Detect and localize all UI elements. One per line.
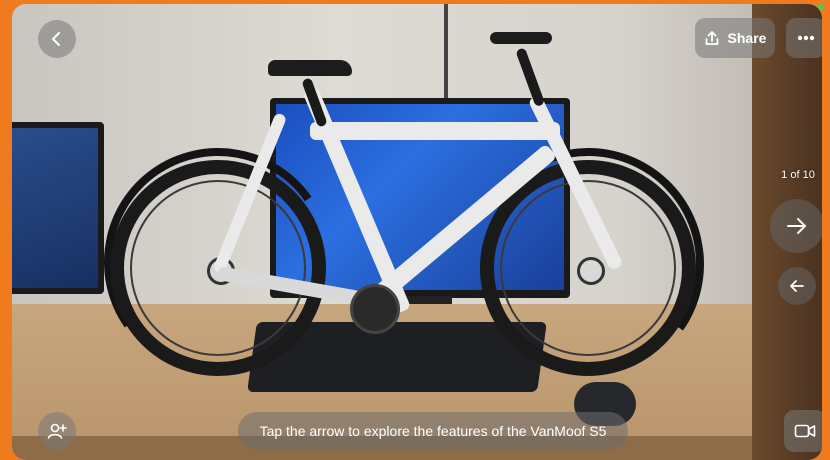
back-button[interactable] [38,20,76,58]
share-label: Share [727,30,767,46]
next-feature-button[interactable] [770,199,822,253]
bike-3d-model[interactable] [85,30,723,399]
invite-person-button[interactable] [38,412,76,450]
share-icon [704,30,720,46]
caption-text: Tap the arrow to explore the features of… [259,423,607,439]
instruction-caption: Tap the arrow to explore the features of… [238,412,628,450]
more-options-button[interactable] [786,18,822,58]
saddle [268,60,352,76]
top-tube [310,122,560,140]
ar-viewport[interactable]: Share 1 of 10 Tap the arrow to explore t… [12,4,822,460]
chevron-left-icon [49,31,65,47]
share-button[interactable]: Share [695,18,775,58]
video-camera-icon [794,423,816,439]
chainring [350,284,400,334]
background-monitor-left [12,122,104,294]
front-hub [577,257,605,285]
arrow-left-icon [789,279,805,293]
previous-feature-button[interactable] [778,267,816,305]
handlebar [490,32,552,44]
arrow-right-icon [786,217,808,235]
slide-counter: 1 of 10 [781,169,815,181]
record-video-button[interactable] [784,410,822,452]
more-horizontal-icon [797,35,815,41]
add-person-icon [47,422,67,440]
status-indicator [818,4,824,10]
